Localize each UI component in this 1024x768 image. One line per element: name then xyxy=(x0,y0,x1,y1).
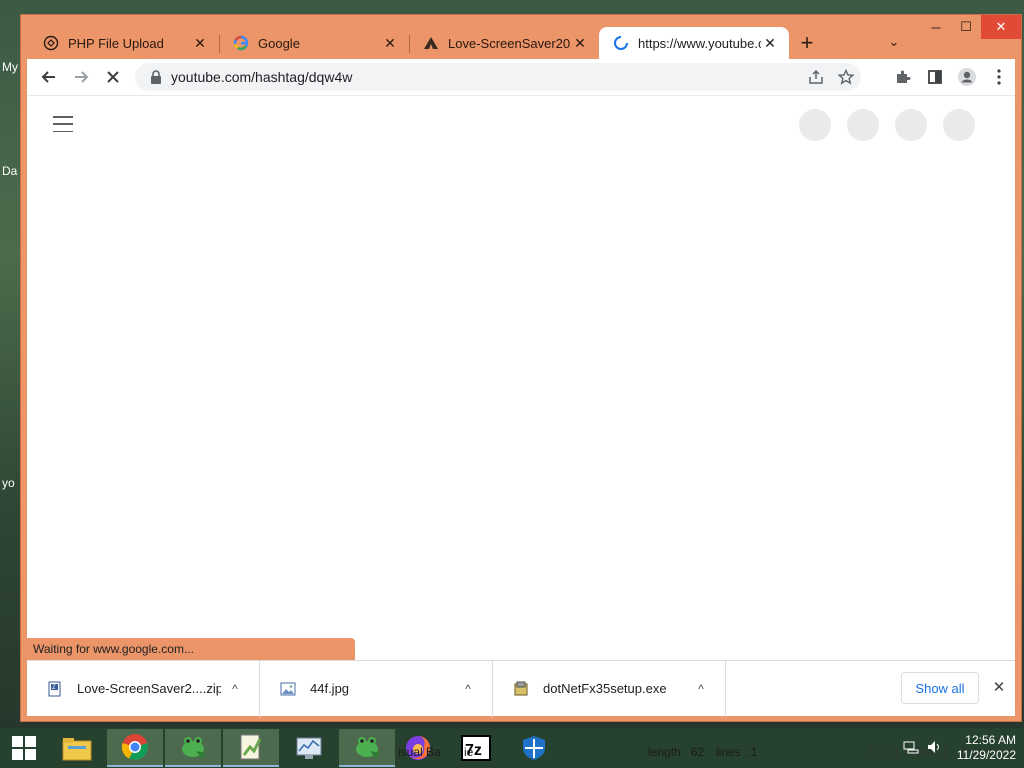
profile-avatar-icon[interactable] xyxy=(951,61,983,93)
taskbar-background-text: isual Ba xyxy=(398,745,441,759)
taskbar-background-text: lines : 1 xyxy=(716,745,758,759)
close-tab-icon[interactable]: ✕ xyxy=(761,34,779,52)
taskbar-background-text: Ln : 1 xyxy=(870,745,901,759)
loading-placeholder-circle xyxy=(847,109,879,141)
download-shelf: Z Love-ScreenSaver2....zip ^ 44f.jpg ^ d… xyxy=(27,660,1015,717)
exe-file-icon xyxy=(513,681,529,697)
close-tab-icon[interactable]: ✕ xyxy=(191,34,209,52)
back-button[interactable] xyxy=(33,61,65,93)
tab-strip: PHP File Upload ✕ Google ✕ Love-ScreenSa… xyxy=(29,25,825,59)
loading-placeholder-circle xyxy=(799,109,831,141)
toolbar-right-actions xyxy=(887,61,1015,93)
lock-icon[interactable] xyxy=(149,70,163,84)
monitor-chart-icon xyxy=(296,737,322,759)
taskbar-background-text: ie xyxy=(464,745,474,759)
new-tab-button[interactable]: + xyxy=(789,27,825,59)
side-panel-icon[interactable] xyxy=(919,61,951,93)
close-shelf-icon[interactable]: ✕ xyxy=(987,675,1011,699)
download-item[interactable]: Z Love-ScreenSaver2....zip ^ xyxy=(27,660,260,717)
loading-placeholder-circle xyxy=(895,109,927,141)
tab-google[interactable]: Google ✕ xyxy=(219,27,409,59)
clock[interactable]: 12:56 AM 11/29/2022 xyxy=(957,733,1016,763)
tab-search-button[interactable]: ⌄ xyxy=(881,31,907,53)
site-icon xyxy=(423,35,439,51)
start-button[interactable] xyxy=(0,728,48,768)
forward-arrow-icon xyxy=(75,71,89,83)
chrome-icon xyxy=(121,734,148,760)
notepad-plus-icon xyxy=(240,734,262,760)
stop-icon xyxy=(107,71,119,83)
close-window-button[interactable]: ✕ xyxy=(981,15,1021,39)
image-file-icon xyxy=(280,681,296,697)
close-tab-icon[interactable]: ✕ xyxy=(381,34,399,52)
svg-text:Z: Z xyxy=(52,685,56,691)
chevron-up-icon[interactable]: ^ xyxy=(221,682,249,696)
tab-php-file-upload[interactable]: PHP File Upload ✕ xyxy=(29,27,219,59)
frog-app-icon xyxy=(356,737,380,759)
tab-title: Google xyxy=(258,35,300,51)
chevron-up-icon[interactable]: ^ xyxy=(454,682,482,696)
loading-spinner-icon xyxy=(613,35,629,51)
show-all-downloads-button[interactable]: Show all xyxy=(901,672,979,704)
frog-app-icon xyxy=(182,737,206,759)
windows-logo-icon xyxy=(12,736,36,760)
taskbar-defender[interactable] xyxy=(506,729,562,767)
volume-icon[interactable] xyxy=(927,740,943,757)
hamburger-menu-icon[interactable] xyxy=(53,116,73,132)
status-bubble: Waiting for www.google.com... xyxy=(27,638,355,660)
menu-kebab-icon[interactable] xyxy=(983,61,1015,93)
bookmark-star-icon[interactable] xyxy=(831,63,861,91)
tab-title: https://www.youtube.co xyxy=(638,35,761,51)
shield-icon xyxy=(523,736,545,760)
clock-time: 12:56 AM xyxy=(965,733,1016,747)
page-content xyxy=(27,95,1015,660)
loading-placeholder-circle xyxy=(943,109,975,141)
minimize-button[interactable]: ─ xyxy=(921,15,951,39)
desktop-icon-label[interactable]: yo xyxy=(2,476,15,490)
taskbar-background-text: length : 62 xyxy=(648,745,705,759)
network-icon[interactable] xyxy=(903,740,919,757)
back-arrow-icon xyxy=(41,71,55,83)
close-tab-icon[interactable]: ✕ xyxy=(571,34,589,52)
address-bar[interactable]: youtube.com/hashtag/dqw4w xyxy=(135,63,861,91)
chevron-up-icon[interactable]: ^ xyxy=(687,682,715,696)
folder-icon xyxy=(62,738,92,761)
window-controls: ─ ☐ ✕ xyxy=(921,15,1021,41)
url-text[interactable]: youtube.com/hashtag/dqw4w xyxy=(171,69,801,85)
extensions-icon[interactable] xyxy=(887,61,919,93)
browser-window: ─ ☐ ✕ PHP File Upload ✕ Google ✕ Love-Sc… xyxy=(20,14,1022,722)
download-filename: 44f.jpg xyxy=(310,681,350,696)
download-filename: dotNetFx35setup.exe xyxy=(543,681,667,696)
taskbar-app-frog-1[interactable] xyxy=(165,729,221,767)
tab-love-screensaver[interactable]: Love-ScreenSaver2022... ✕ xyxy=(409,27,599,59)
taskbar-file-explorer[interactable] xyxy=(49,729,105,767)
stop-loading-button[interactable] xyxy=(97,61,129,93)
google-icon xyxy=(233,35,249,51)
clock-date: 11/29/2022 xyxy=(956,748,1016,762)
desktop-icon-label[interactable]: My xyxy=(2,60,18,74)
taskbar-notepadpp[interactable] xyxy=(223,729,279,767)
taskbar-chrome[interactable] xyxy=(107,729,163,767)
taskbar-perf-monitor[interactable] xyxy=(281,729,337,767)
zip-file-icon: Z xyxy=(47,681,63,697)
taskbar-app-frog-2[interactable] xyxy=(339,729,395,767)
tab-title: PHP File Upload xyxy=(68,35,164,51)
browser-toolbar: youtube.com/hashtag/dqw4w xyxy=(27,59,1015,95)
forward-button[interactable] xyxy=(65,61,97,93)
tab-youtube[interactable]: https://www.youtube.co ✕ xyxy=(599,27,789,59)
system-tray: 12:56 AM 11/29/2022 xyxy=(903,728,1016,768)
php-upload-icon xyxy=(43,35,59,51)
download-filename: Love-ScreenSaver2....zip xyxy=(77,681,221,696)
desktop-icon-label[interactable]: Da xyxy=(2,164,17,178)
download-item[interactable]: dotNetFx35setup.exe ^ xyxy=(493,660,726,717)
download-item[interactable]: 44f.jpg ^ xyxy=(260,660,493,717)
tab-title: Love-ScreenSaver2022... xyxy=(448,35,571,51)
share-icon[interactable] xyxy=(801,63,831,91)
taskbar-7zip[interactable]: 7z xyxy=(448,729,504,767)
maximize-button[interactable]: ☐ xyxy=(951,15,981,39)
